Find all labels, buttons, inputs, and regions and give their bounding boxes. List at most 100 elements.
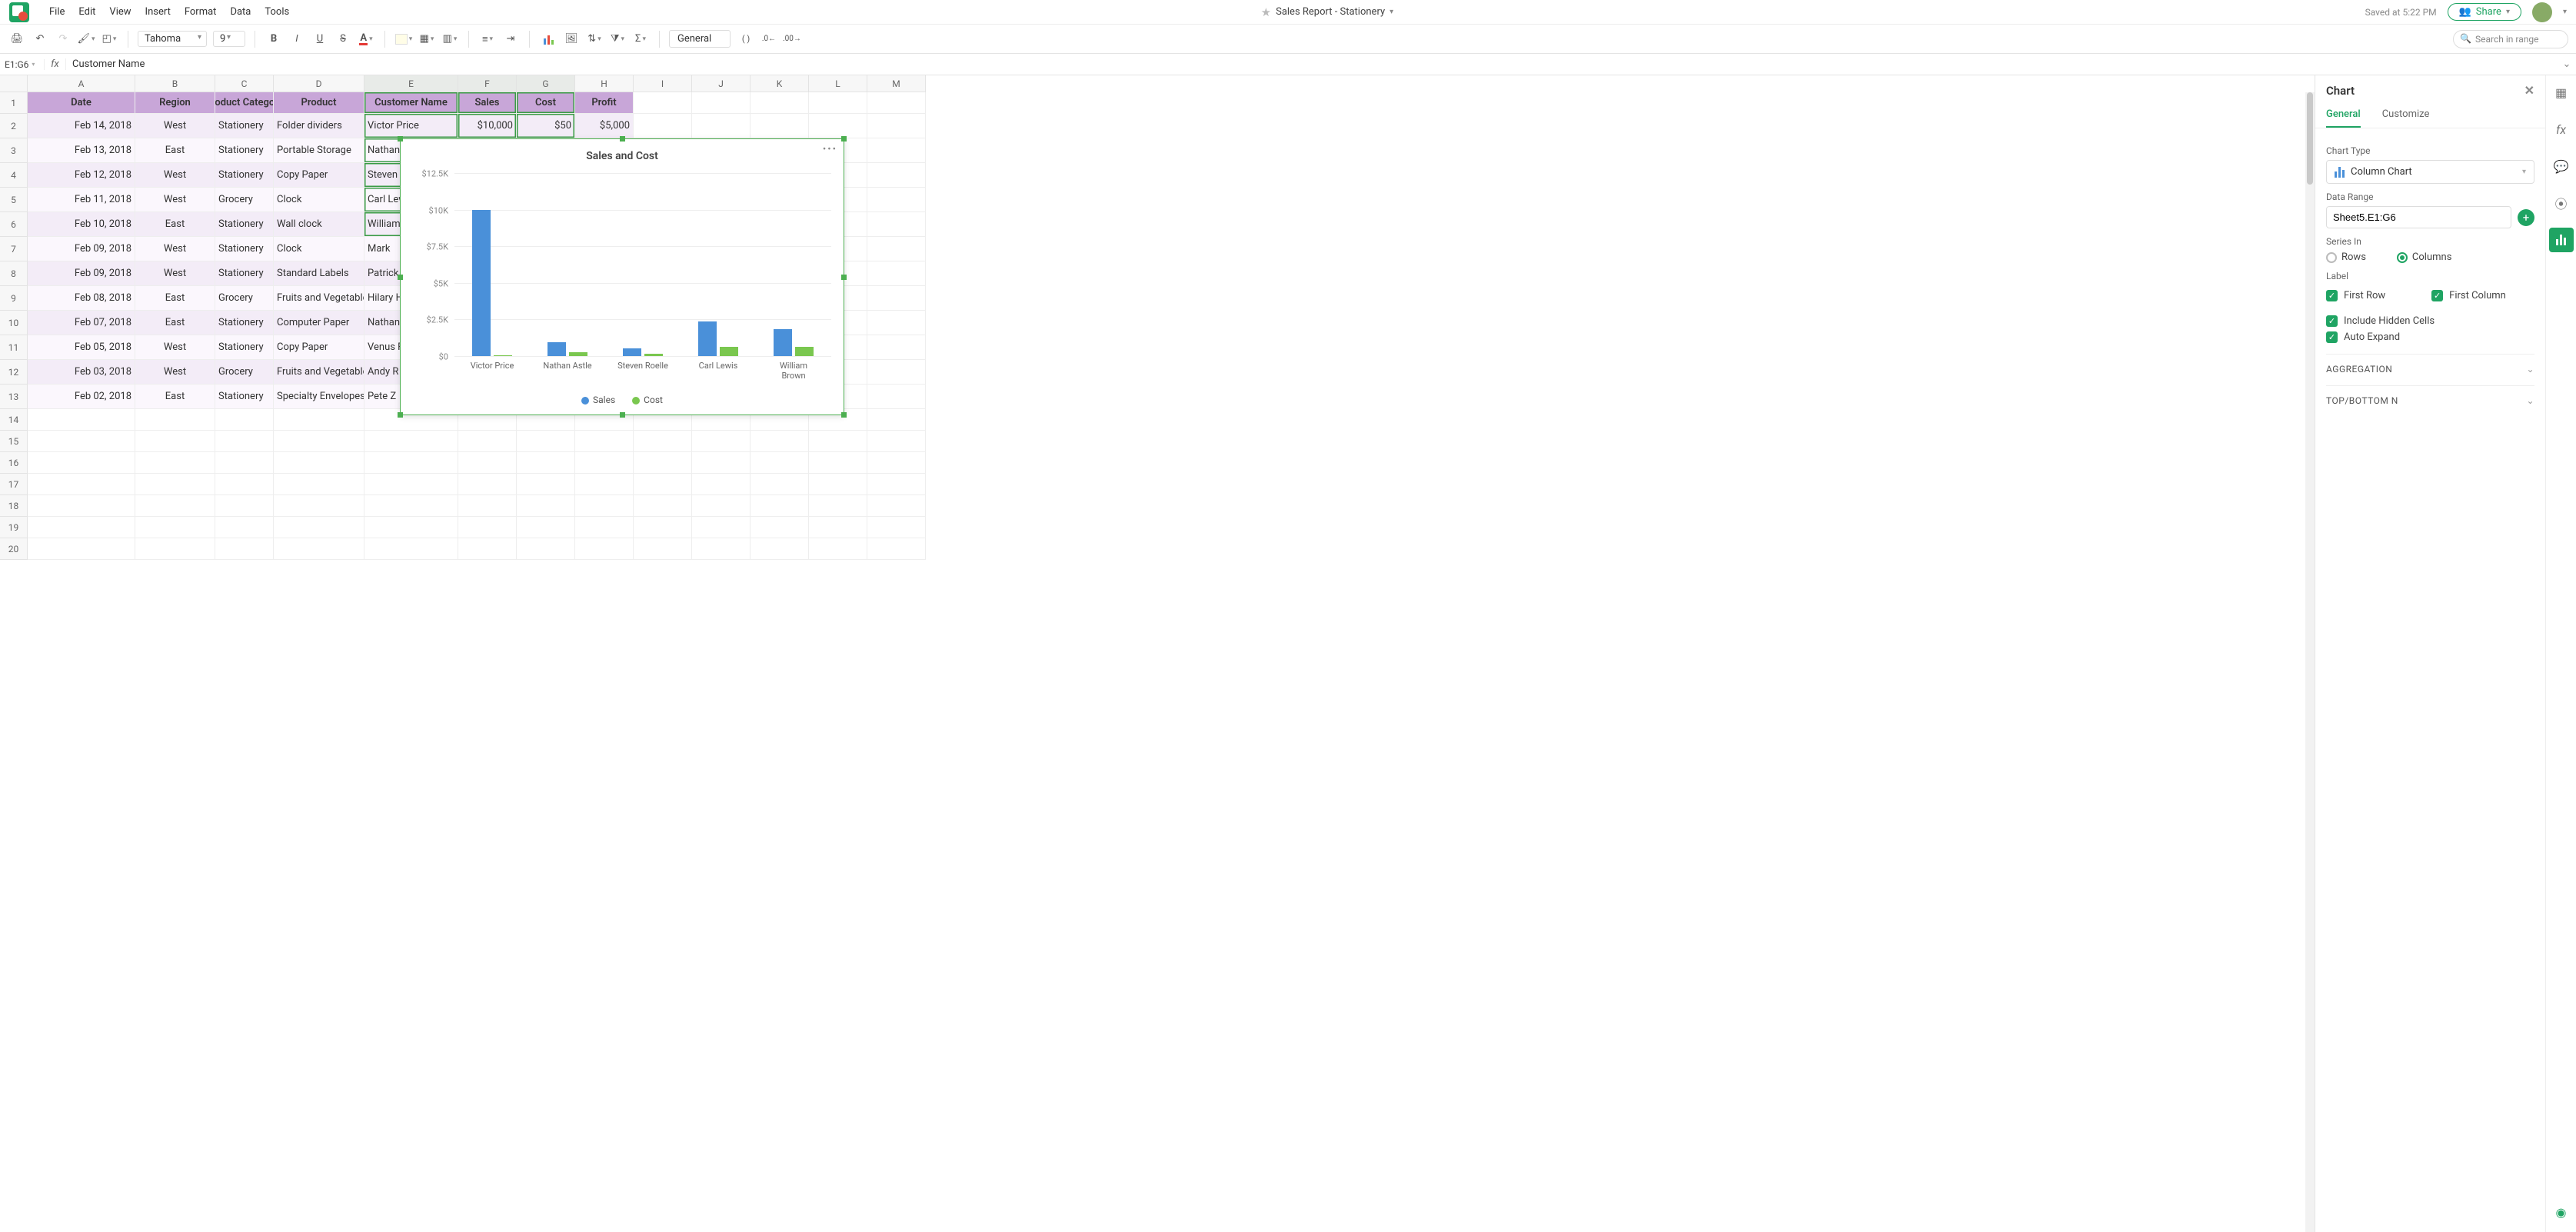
data-cell[interactable]: Stationery bbox=[215, 335, 274, 360]
menu-file[interactable]: File bbox=[49, 6, 65, 18]
data-cell[interactable]: East bbox=[135, 311, 215, 335]
close-panel-icon[interactable]: ✕ bbox=[2524, 83, 2534, 98]
data-cell[interactable]: Grocery bbox=[215, 286, 274, 311]
data-cell[interactable]: $5,000 bbox=[575, 114, 634, 138]
header-cell[interactable]: Cost bbox=[517, 92, 575, 114]
data-cell[interactable]: Specialty Envelopes bbox=[274, 385, 364, 409]
data-cell[interactable]: Clock bbox=[274, 237, 364, 261]
data-cell[interactable]: West bbox=[135, 163, 215, 188]
row-header-19[interactable]: 19 bbox=[0, 517, 28, 538]
row-header-5[interactable]: 5 bbox=[0, 188, 28, 212]
data-cell[interactable]: Folder dividers bbox=[274, 114, 364, 138]
rail-comment-icon[interactable]: 💬 bbox=[2549, 154, 2574, 178]
share-button[interactable]: 👥 Share ▾ bbox=[2448, 3, 2521, 21]
wrap-button[interactable]: ⇥ bbox=[501, 30, 520, 48]
data-cell[interactable]: Grocery bbox=[215, 360, 274, 385]
data-cell[interactable]: Feb 12, 2018 bbox=[28, 163, 135, 188]
row-header-4[interactable]: 4 bbox=[0, 163, 28, 188]
formula-input[interactable]: Customer Name bbox=[66, 58, 2558, 70]
sigma-icon[interactable]: Σ bbox=[631, 30, 650, 48]
row-header-8[interactable]: 8 bbox=[0, 261, 28, 286]
menu-format[interactable]: Format bbox=[185, 6, 217, 18]
vertical-scrollbar[interactable] bbox=[2305, 92, 2315, 1232]
name-box[interactable]: E1:G6 bbox=[0, 59, 45, 70]
fill-color-button[interactable] bbox=[394, 30, 413, 48]
fx-icon[interactable]: fx bbox=[45, 58, 66, 70]
insert-chart-icon[interactable] bbox=[539, 30, 557, 48]
data-cell[interactable]: Clock bbox=[274, 188, 364, 212]
chart-type-select[interactable]: Column Chart bbox=[2326, 160, 2534, 184]
title-dropdown-icon[interactable]: ▾ bbox=[1390, 8, 1393, 16]
data-cell[interactable]: West bbox=[135, 261, 215, 286]
col-header-M[interactable]: M bbox=[867, 75, 926, 92]
row-header-15[interactable]: 15 bbox=[0, 431, 28, 452]
data-cell[interactable]: Feb 03, 2018 bbox=[28, 360, 135, 385]
number-format-select[interactable]: General bbox=[669, 30, 731, 48]
data-cell[interactable]: Grocery bbox=[215, 188, 274, 212]
data-cell[interactable]: Stationery bbox=[215, 311, 274, 335]
data-cell[interactable]: Standard Labels bbox=[274, 261, 364, 286]
rail-zia-icon[interactable]: ◉ bbox=[2549, 1200, 2574, 1224]
data-cell[interactable]: East bbox=[135, 385, 215, 409]
header-cell[interactable]: Profit bbox=[575, 92, 634, 114]
aggregation-section[interactable]: AGGREGATION bbox=[2326, 354, 2534, 375]
row-header-2[interactable]: 2 bbox=[0, 114, 28, 138]
sort-icon[interactable]: ⇅ bbox=[585, 30, 604, 48]
data-cell[interactable]: Computer Paper bbox=[274, 311, 364, 335]
filter-icon[interactable]: ⧩ bbox=[608, 30, 627, 48]
row-header-10[interactable]: 10 bbox=[0, 311, 28, 335]
header-cell[interactable]: Region bbox=[135, 92, 215, 114]
formula-expand-icon[interactable]: ⌄ bbox=[2558, 58, 2576, 70]
row-header-12[interactable]: 12 bbox=[0, 360, 28, 385]
header-cell[interactable]: Product Category bbox=[215, 92, 274, 114]
data-cell[interactable]: Feb 10, 2018 bbox=[28, 212, 135, 237]
data-cell[interactable]: Stationery bbox=[215, 114, 274, 138]
parentheses-icon[interactable]: ( ) bbox=[737, 30, 755, 48]
data-cell[interactable]: Stationery bbox=[215, 237, 274, 261]
redo-icon[interactable]: ↷ bbox=[54, 30, 72, 48]
rail-share-icon[interactable]: ⦿ bbox=[2549, 191, 2574, 215]
data-cell[interactable]: West bbox=[135, 335, 215, 360]
include-hidden-check[interactable]: ✓Include Hidden Cells bbox=[2326, 315, 2534, 327]
clear-format-icon[interactable]: ◰ bbox=[100, 30, 118, 48]
star-icon[interactable]: ★ bbox=[1261, 5, 1271, 19]
h-align-button[interactable]: ≡ bbox=[478, 30, 497, 48]
data-cell[interactable]: West bbox=[135, 114, 215, 138]
menu-data[interactable]: Data bbox=[230, 6, 251, 18]
col-header-L[interactable]: L bbox=[809, 75, 867, 92]
data-cell[interactable]: $50 bbox=[517, 114, 575, 138]
account-dropdown-icon[interactable]: ▾ bbox=[2563, 8, 2567, 16]
row-header-14[interactable]: 14 bbox=[0, 409, 28, 431]
decimal-dec-icon[interactable]: .0← bbox=[760, 30, 778, 48]
data-cell[interactable]: Fruits and Vegetables bbox=[274, 286, 364, 311]
series-rows-radio[interactable]: Rows bbox=[2326, 251, 2366, 263]
row-header-13[interactable]: 13 bbox=[0, 385, 28, 409]
bold-button[interactable]: B bbox=[265, 30, 283, 48]
data-cell[interactable]: Fruits and Vegetables bbox=[274, 360, 364, 385]
col-header-F[interactable]: F bbox=[458, 75, 517, 92]
data-cell[interactable]: Feb 09, 2018 bbox=[28, 261, 135, 286]
row-header-20[interactable]: 20 bbox=[0, 538, 28, 560]
print-icon[interactable]: 🖨 bbox=[8, 30, 26, 48]
chart-menu-icon[interactable]: ••• bbox=[823, 144, 837, 155]
col-header-K[interactable]: K bbox=[751, 75, 809, 92]
data-cell[interactable]: West bbox=[135, 188, 215, 212]
font-family-select[interactable]: Tahoma▾ bbox=[138, 31, 207, 47]
insert-image-icon[interactable]: 🖼 bbox=[562, 30, 581, 48]
tab-general[interactable]: General bbox=[2326, 102, 2361, 128]
row-header-3[interactable]: 3 bbox=[0, 138, 28, 163]
data-cell[interactable]: Feb 13, 2018 bbox=[28, 138, 135, 163]
header-cell[interactable]: Date bbox=[28, 92, 135, 114]
select-all-corner[interactable] bbox=[0, 75, 28, 92]
data-cell[interactable]: Stationery bbox=[215, 163, 274, 188]
data-cell[interactable]: Feb 11, 2018 bbox=[28, 188, 135, 212]
col-header-J[interactable]: J bbox=[692, 75, 751, 92]
text-color-button[interactable]: A bbox=[357, 30, 375, 48]
strikethrough-button[interactable]: S bbox=[334, 30, 352, 48]
decimal-inc-icon[interactable]: .00→ bbox=[783, 30, 801, 48]
col-header-G[interactable]: G bbox=[517, 75, 575, 92]
row-header-18[interactable]: 18 bbox=[0, 495, 28, 517]
data-cell[interactable]: West bbox=[135, 360, 215, 385]
topbottom-section[interactable]: TOP/BOTTOM N bbox=[2326, 385, 2534, 406]
header-cell[interactable]: Sales bbox=[458, 92, 517, 114]
